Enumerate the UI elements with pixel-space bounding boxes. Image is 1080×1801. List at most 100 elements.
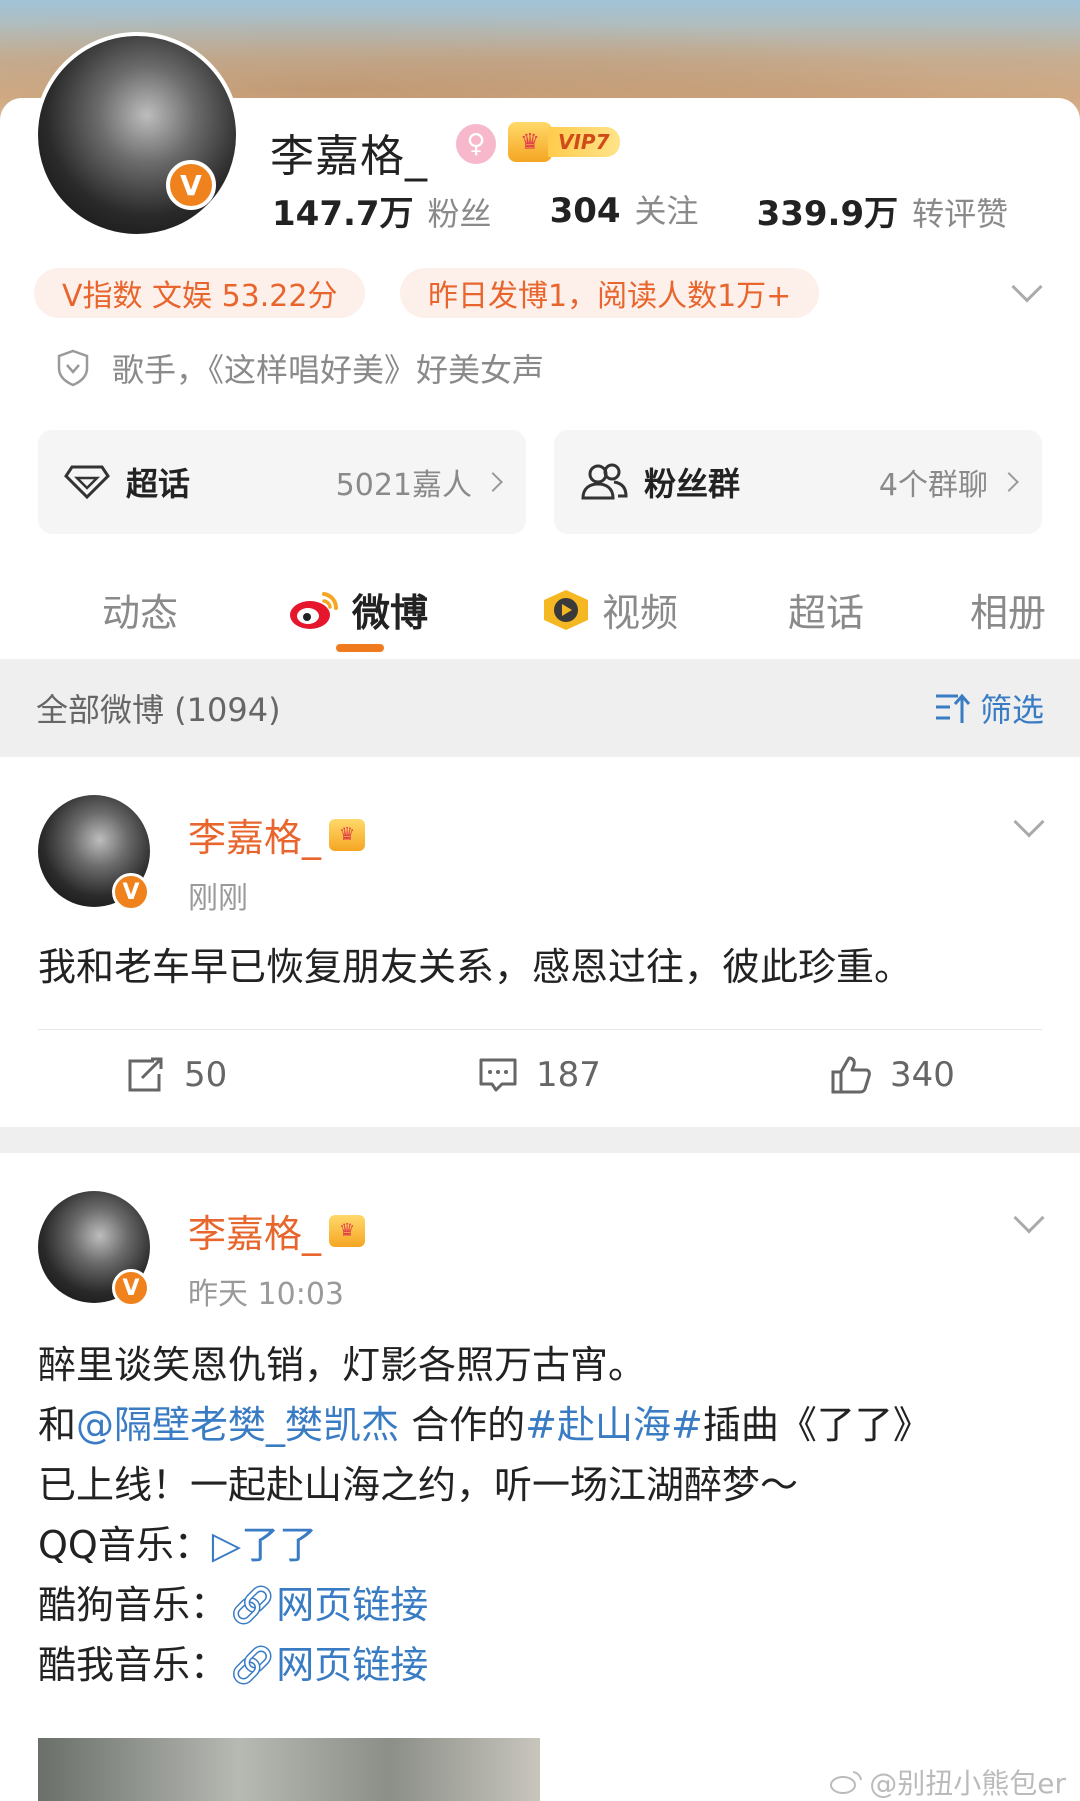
post-separator	[0, 1127, 1080, 1153]
comment-count: 187	[536, 1055, 601, 1095]
stat-interactions[interactable]: 339.9万 转评赞	[757, 186, 1009, 235]
link-icon: 🔗︎	[228, 1643, 277, 1687]
post-text-line: 和@隔壁老樊_樊凯杰 合作的#赴山海#插曲《了了》	[38, 1395, 1048, 1455]
post-text-line: 醉里谈笑恩仇销，灯影各照万古宵。	[38, 1343, 647, 1387]
kuwo-music-link[interactable]: 🔗︎网页链接	[228, 1643, 428, 1687]
post-menu-chevron-icon[interactable]	[1013, 806, 1045, 838]
vip-badge[interactable]: ♛ VIP7	[508, 120, 626, 164]
supertopic-count: 5021嘉人	[335, 460, 503, 504]
verified-badge-icon: V	[166, 160, 216, 210]
post-text: 醉里谈笑恩仇销，灯影各照万古宵。 和@隔壁老樊_樊凯杰 合作的#赴山海#插曲《了…	[38, 1335, 1048, 1695]
repost-button[interactable]: 50	[126, 1055, 227, 1095]
video-icon	[544, 589, 588, 630]
profile-avatar[interactable]	[34, 32, 240, 238]
group-icon	[581, 463, 628, 500]
stat-value: 147.7万	[272, 194, 414, 234]
stat-value: 304	[549, 191, 621, 231]
diamond-icon	[64, 465, 110, 500]
watermark-text: @别扭小熊包er	[869, 1767, 1066, 1800]
play-icon: ▷	[211, 1523, 242, 1567]
daily-post-chip[interactable]: 昨日发博1，阅读人数1万+	[400, 268, 820, 318]
hashtag-link[interactable]: #赴山海#	[525, 1403, 703, 1447]
weibo-icon	[290, 591, 339, 629]
chevron-right-icon	[483, 472, 503, 492]
crown-icon: ♛	[508, 122, 552, 162]
post-author-name: 李嘉格_	[188, 816, 322, 860]
filter-bar: 全部微博 (1094) 筛选	[0, 659, 1080, 757]
divider	[38, 1029, 1042, 1030]
repost-icon	[128, 1057, 163, 1092]
fan-group-count: 4个群聊	[878, 460, 1019, 504]
post-author[interactable]: 李嘉格_ ♛	[188, 807, 366, 862]
weibo-watermark-icon	[830, 1771, 863, 1794]
post-author-name: 李嘉格_	[188, 1212, 322, 1256]
tab-album[interactable]: 相册	[970, 582, 1046, 637]
verified-badge-icon: V	[112, 1269, 150, 1307]
post-text-line: 已上线！一起赴山海之约，听一场江湖醉梦～	[38, 1463, 799, 1507]
description-text: 歌手，《这样唱好美》好美女声	[112, 351, 545, 389]
qq-music-label: QQ音乐：	[38, 1523, 212, 1567]
profile-tabs: 动态 微博 视频 超话 相册	[0, 560, 1080, 660]
tab-weibo[interactable]: 微博	[288, 582, 428, 637]
profile-name: 李嘉格_	[270, 131, 428, 182]
comment-icon	[479, 1058, 517, 1092]
post-menu-chevron-icon[interactable]	[1013, 1202, 1045, 1234]
filter-button[interactable]: 筛选	[934, 685, 1044, 731]
stat-label: 转评赞	[912, 195, 1009, 233]
post-image-thumbnail[interactable]	[38, 1738, 540, 1801]
stat-value: 339.9万	[756, 194, 899, 234]
qq-music-line: QQ音乐：▷了了	[38, 1515, 1048, 1575]
supertopic-count-text: 5021嘉人	[335, 468, 472, 503]
tab-dynamic[interactable]: 动态	[102, 582, 178, 637]
text-segment: 插曲《了了》	[702, 1403, 931, 1447]
chevron-right-icon	[999, 472, 1019, 492]
thumbs-up-icon	[831, 1056, 871, 1094]
profile-stats: 147.7万 粉丝 304 关注 339.9万 转评赞	[272, 186, 1066, 235]
stat-label: 粉丝	[427, 195, 492, 233]
all-posts-count: 全部微博 (1094)	[36, 691, 281, 729]
active-tab-indicator	[336, 644, 384, 652]
female-icon: ♀	[456, 124, 496, 164]
fan-group-box[interactable]: 粉丝群 4个群聊	[554, 430, 1042, 534]
like-button[interactable]: 340	[830, 1055, 955, 1095]
stat-fans[interactable]: 147.7万 粉丝	[272, 186, 492, 235]
fan-group-label: 粉丝群	[644, 465, 741, 503]
comment-button[interactable]: 187	[478, 1055, 601, 1095]
repost-count: 50	[184, 1055, 228, 1095]
post-card[interactable]: V 李嘉格_ ♛ 刚刚 我和老车早已恢复朋友关系，感恩过往，彼此珍重。 50 18…	[0, 757, 1080, 1127]
post-author[interactable]: 李嘉格_ ♛	[188, 1203, 366, 1258]
v-index-chip[interactable]: V指数 文娱 53.22分	[34, 268, 366, 318]
text-segment: 和	[38, 1403, 77, 1447]
shield-icon	[57, 349, 89, 387]
qq-music-link[interactable]: ▷了了	[212, 1523, 317, 1567]
text-segment: 合作的	[399, 1403, 526, 1447]
kugou-music-link-text: 网页链接	[276, 1583, 429, 1627]
kugou-music-label: 酷狗音乐：	[38, 1583, 229, 1627]
kuwo-music-line: 酷我音乐：🔗︎网页链接	[38, 1635, 1048, 1695]
kuwo-music-link-text: 网页链接	[276, 1643, 429, 1687]
kugou-music-link[interactable]: 🔗︎网页链接	[228, 1583, 428, 1627]
supertopic-box[interactable]: 超话 5021嘉人	[38, 430, 526, 534]
stat-following[interactable]: 304 关注	[550, 186, 699, 235]
post-time: 刚刚	[188, 881, 248, 916]
verified-badge-icon: V	[112, 873, 150, 911]
post-card[interactable]: V 李嘉格_ ♛ 昨天 10:03 醉里谈笑恩仇销，灯影各照万古宵。 和@隔壁老樊…	[0, 1153, 1080, 1801]
mention-link[interactable]: @隔壁老樊_樊凯杰	[76, 1403, 399, 1447]
tab-video-label: 视频	[602, 591, 679, 635]
tab-supertopic[interactable]: 超话	[788, 582, 864, 637]
tab-video[interactable]: 视频	[540, 582, 678, 637]
filter-label: 筛选	[979, 691, 1044, 729]
qq-music-link-text: 了了	[241, 1523, 318, 1567]
crown-icon: ♛	[329, 818, 366, 851]
weibo-profile-page: V 李嘉格_ ♀ ♛ VIP7 147.7万 粉丝 304 关注 339.9万 转评赞…	[0, 0, 1080, 1801]
stat-label: 关注	[634, 192, 699, 230]
tab-weibo-label: 微博	[352, 591, 429, 635]
vip-label: VIP7	[548, 127, 620, 157]
supertopic-label: 超话	[126, 465, 191, 503]
filter-icon	[935, 693, 971, 723]
like-count: 340	[890, 1055, 955, 1095]
post-text: 我和老车早已恢复朋友关系，感恩过往，彼此珍重。	[38, 945, 913, 989]
kugou-music-line: 酷狗音乐：🔗︎网页链接	[38, 1575, 1048, 1635]
watermark: @别扭小熊包er	[829, 1762, 1066, 1801]
fan-group-count-text: 4个群聊	[878, 468, 988, 503]
